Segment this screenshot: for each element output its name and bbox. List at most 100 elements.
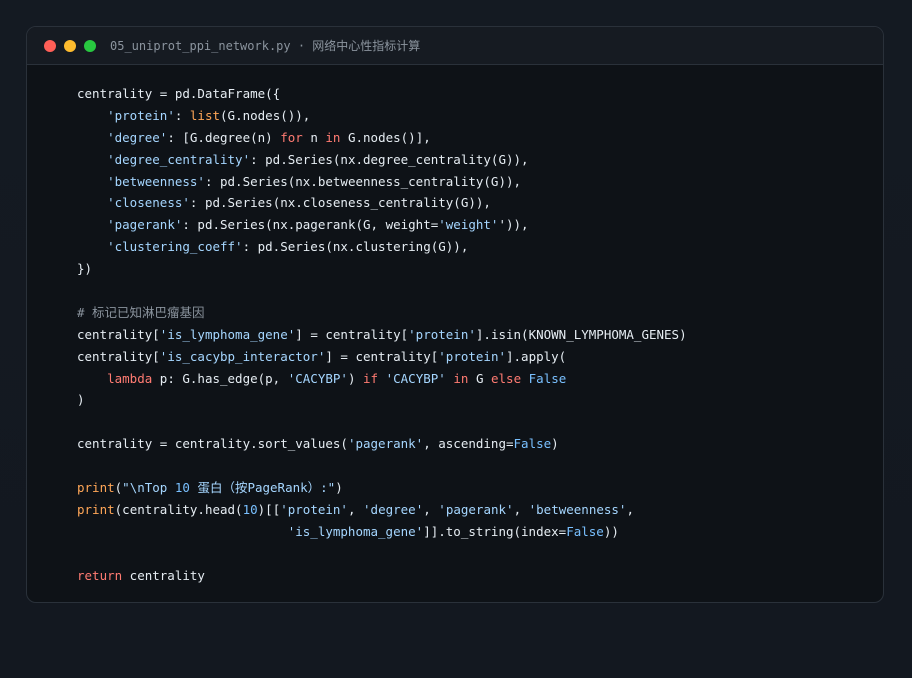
code-line: 'betweenness': pd.Series(nx.betweenness_… <box>77 171 687 193</box>
code-token: n <box>302 129 326 145</box>
code-line: ) <box>77 389 687 411</box>
code-token: ] = centrality[ <box>325 348 439 364</box>
code-token: centrality = pd.DataFrame({ <box>77 86 281 101</box>
code-token: 'betweenness' <box>107 173 205 189</box>
code-token: 蛋白（按PageRank）:" <box>189 480 336 496</box>
code-token: 'closeness' <box>107 195 190 211</box>
code-token: centrality = centrality.sort_values( <box>77 436 348 452</box>
code-token: p: G.has_edge(p, <box>152 370 288 386</box>
code-line: return centrality <box>77 565 687 587</box>
code-token: 10 <box>242 501 258 517</box>
code-token: : <box>174 107 190 123</box>
code-token: : pd.Series(nx.degree_centrality(G)), <box>250 151 529 167</box>
code-token: 'is_lymphoma_gene' <box>287 523 424 539</box>
code-token: if <box>363 370 379 386</box>
code-line: 'clustering_coeff': pd.Series(nx.cluster… <box>77 236 687 258</box>
code-token: ] = centrality[ <box>295 326 409 342</box>
code-token: (centrality.head( <box>114 501 243 517</box>
code-token: 'weight' <box>438 217 499 233</box>
code-token: 'is_lymphoma_gene' <box>159 326 296 342</box>
code-token: 'betweenness' <box>528 501 627 517</box>
code-line: 'is_lymphoma_gene']].to_string(index=Fal… <box>77 521 687 543</box>
maximize-button[interactable] <box>84 39 96 52</box>
code-token: )[[ <box>257 501 281 517</box>
code-token: 'protein' <box>408 326 476 342</box>
code-token: in <box>325 129 341 145</box>
code-token: "\nTop <box>122 480 175 496</box>
code-token: ].isin(KNOWN_LYMPHOMA_GENES) <box>475 326 687 342</box>
code-token: , <box>513 501 529 517</box>
code-line: 'protein': list(G.nodes()), <box>77 105 687 127</box>
code-line: centrality['is_lymphoma_gene'] = central… <box>77 324 687 346</box>
code-token: for <box>280 129 303 145</box>
code-token: else <box>491 370 522 386</box>
code-token: 'degree_centrality' <box>107 151 251 167</box>
code-token: False <box>566 523 604 539</box>
code-line: lambda p: G.has_edge(p, 'CACYBP') if 'CA… <box>77 368 687 390</box>
code-token: : [G.degree(n) <box>167 129 281 145</box>
code-token: 'protein' <box>438 348 506 364</box>
code-token: 'degree' <box>107 129 168 145</box>
code-token: False <box>528 370 567 386</box>
code-line: centrality = pd.DataFrame({ <box>77 83 687 105</box>
code-token: print <box>77 501 115 517</box>
code-token: ].apply( <box>506 348 567 364</box>
code-token: , ascending= <box>423 436 514 452</box>
code-token: }) <box>77 261 93 277</box>
code-token: ]].to_string(index= <box>423 523 567 539</box>
code-token: 'degree' <box>363 501 424 517</box>
code-token: 'pagerank' <box>438 501 514 517</box>
code-token: ) <box>347 370 364 386</box>
code-token: G.nodes()], <box>340 129 431 145</box>
code-line: }) <box>77 258 687 280</box>
code-token: , <box>423 501 439 517</box>
code-line: 'degree_centrality': pd.Series(nx.degree… <box>77 149 687 171</box>
code-token: , <box>626 501 634 517</box>
code-token: 'CACYBP' <box>385 370 446 386</box>
code-token: False <box>513 436 552 452</box>
window-title: 05_uniprot_ppi_network.py · 网络中心性指标计算 <box>110 39 421 53</box>
code-token: 'protein' <box>280 501 348 517</box>
code-token: ) <box>551 436 559 452</box>
code-token: ) <box>77 392 85 408</box>
code-token: 'clustering_coeff' <box>107 239 243 255</box>
code-token: G <box>468 370 491 386</box>
code-line: # 标记已知淋巴瘤基因 <box>77 302 687 324</box>
code-line: centrality['is_cacybp_interactor'] = cen… <box>77 346 687 368</box>
code-block: centrality = pd.DataFrame({ 'protein': l… <box>77 83 687 586</box>
code-token: # 标记已知淋巴瘤基因 <box>77 304 205 320</box>
code-token: return <box>77 567 123 583</box>
code-line: print(centrality.head(10)[['protein', 'd… <box>77 499 687 521</box>
code-token: 'protein' <box>107 107 175 123</box>
code-token: in <box>453 370 469 386</box>
code-token: 10 <box>174 480 190 496</box>
code-line: 'closeness': pd.Series(nx.closeness_cent… <box>77 192 687 214</box>
code-token: : pd.Series(nx.betweenness_centrality(G)… <box>204 173 522 189</box>
code-token: 'pagerank' <box>107 217 183 233</box>
code-token: centrality <box>122 567 205 583</box>
code-token: lambda <box>107 370 153 386</box>
code-token: list <box>189 107 221 123</box>
code-token: centrality[ <box>77 326 160 342</box>
code-line: 'pagerank': pd.Series(nx.pagerank(G, wei… <box>77 214 687 236</box>
minimize-button[interactable] <box>64 39 76 52</box>
code-token: , <box>347 501 364 517</box>
code-line: print("\nTop 10 蛋白（按PageRank）:") <box>77 477 687 499</box>
code-token: print <box>77 480 115 496</box>
code-token: (G.nodes()), <box>220 107 311 123</box>
code-token: 'CACYBP' <box>287 370 348 386</box>
close-button[interactable] <box>44 39 56 52</box>
